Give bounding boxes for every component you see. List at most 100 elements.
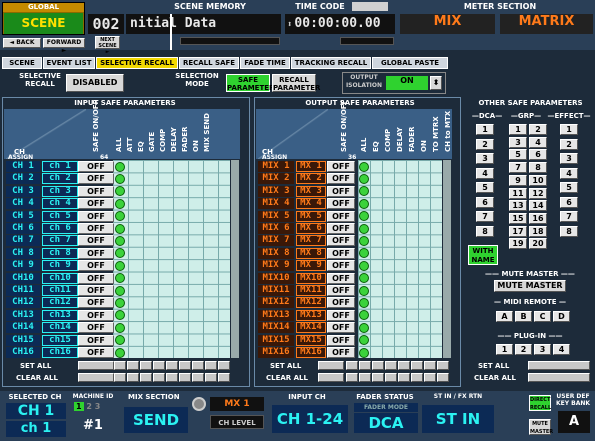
input-col-set-button[interactable]: [127, 361, 139, 370]
output-safe-off-button[interactable]: OFF: [327, 173, 355, 185]
output-row-ch[interactable]: MIX 7: [258, 235, 294, 247]
input-safe-off-button[interactable]: OFF: [78, 223, 114, 234]
input-row-ch[interactable]: CH 1: [6, 161, 40, 172]
recall-parameter-button[interactable]: RECALL PARAMETER: [272, 74, 320, 92]
output-row-ch[interactable]: MIX14: [258, 322, 294, 334]
dca-button-7[interactable]: 7: [476, 211, 494, 222]
input-safe-off-button[interactable]: OFF: [78, 297, 114, 309]
mix-knob-icon[interactable]: [192, 397, 206, 411]
tab-tracking-recall[interactable]: TRACKING RECALL: [291, 57, 371, 69]
output-row-name[interactable]: MX16: [296, 347, 326, 358]
fader-dca-value[interactable]: DCA: [354, 413, 418, 433]
input-safe-off-button[interactable]: OFF: [78, 260, 114, 272]
grp-button-16[interactable]: 16: [529, 212, 547, 224]
st-in-value[interactable]: ST IN: [422, 405, 494, 433]
output-col-clear-button[interactable]: [346, 373, 358, 382]
grp-button-18[interactable]: 18: [529, 225, 547, 237]
input-all-indicator[interactable]: [115, 198, 125, 209]
output-all-indicator[interactable]: [359, 235, 369, 246]
output-row-name[interactable]: MX11: [296, 285, 326, 296]
dca-button-5[interactable]: 5: [476, 182, 494, 193]
output-safe-off-button[interactable]: OFF: [327, 161, 355, 172]
input-row-ch[interactable]: CH 7: [6, 235, 40, 247]
input-row-name[interactable]: ch 7: [42, 235, 78, 247]
input-col-clear-button[interactable]: [114, 373, 126, 382]
input-row-ch[interactable]: CH14: [6, 322, 40, 334]
input-row-ch[interactable]: CH 8: [6, 247, 40, 259]
output-col-set-button[interactable]: [437, 361, 449, 370]
effect-button-1[interactable]: 1: [560, 124, 578, 135]
output-isolation-dropdown[interactable]: ⬍: [430, 76, 442, 90]
output-col-clear-button[interactable]: [398, 373, 410, 382]
input-all-indicator[interactable]: [115, 285, 125, 296]
output-row-name[interactable]: MX13: [296, 309, 326, 321]
effect-button-8[interactable]: 8: [560, 225, 578, 237]
input-col-set-button[interactable]: [166, 361, 178, 370]
output-all-indicator[interactable]: [359, 297, 369, 308]
with-name-button[interactable]: WITH NAME: [468, 245, 498, 265]
input-row-ch[interactable]: CH 2: [6, 173, 40, 185]
output-col-clear-button[interactable]: [411, 373, 423, 382]
grp-button-9[interactable]: 9: [509, 174, 527, 186]
output-row-name[interactable]: MX 7: [296, 235, 326, 247]
output-safe-off-button[interactable]: OFF: [327, 235, 355, 247]
effect-button-5[interactable]: 5: [560, 182, 578, 193]
output-row-name[interactable]: MX10: [296, 272, 326, 284]
output-col-clear-button[interactable]: [372, 373, 384, 382]
output-safe-off-button[interactable]: OFF: [327, 272, 355, 284]
selected-ch-value[interactable]: CH 1: [6, 403, 66, 419]
plugin-button-2[interactable]: 2: [515, 344, 532, 355]
input-row-ch[interactable]: CH15: [6, 334, 40, 346]
output-safe-off-button[interactable]: OFF: [327, 347, 355, 358]
output-all-indicator[interactable]: [359, 260, 369, 271]
input-safe-off-button[interactable]: OFF: [78, 210, 114, 222]
grp-button-6[interactable]: 6: [529, 149, 547, 161]
input-row-ch[interactable]: CH16: [6, 347, 40, 358]
output-safe-off-button[interactable]: OFF: [327, 334, 355, 346]
other-clear-all-button[interactable]: [528, 373, 590, 382]
input-ch-value[interactable]: CH 1-24: [272, 405, 348, 433]
user-bank-value[interactable]: A: [558, 411, 590, 433]
next-scene-button[interactable]: NEXT SCENE ►: [95, 36, 120, 55]
output-row-name[interactable]: MX14: [296, 322, 326, 334]
input-row-name[interactable]: ch13: [42, 309, 78, 321]
machine-id-1[interactable]: 1: [74, 402, 84, 411]
scene-name[interactable]: nitial Data: [126, 14, 281, 34]
plugin-button-3[interactable]: 3: [534, 344, 551, 355]
output-row-ch[interactable]: MIX 1: [258, 161, 294, 172]
input-safe-off-button[interactable]: OFF: [78, 198, 114, 210]
mute-master-button[interactable]: MUTE MASTER: [494, 280, 566, 292]
dca-button-3[interactable]: 3: [476, 153, 494, 164]
input-col-clear-button[interactable]: [218, 373, 230, 382]
input-clear-all-button[interactable]: [78, 373, 114, 382]
output-row-ch[interactable]: MIX 2: [258, 173, 294, 185]
input-row-name[interactable]: ch12: [42, 297, 78, 309]
output-all-indicator[interactable]: [359, 198, 369, 209]
effect-button-6[interactable]: 6: [560, 196, 578, 208]
output-col-clear-button[interactable]: [385, 373, 397, 382]
output-row-ch[interactable]: MIX15: [258, 334, 294, 346]
input-col-set-button[interactable]: [192, 361, 204, 370]
effect-button-7[interactable]: 7: [560, 211, 578, 222]
input-row-ch[interactable]: CH12: [6, 297, 40, 309]
tab-scene[interactable]: SCENE: [2, 57, 42, 69]
input-all-indicator[interactable]: [115, 347, 125, 358]
input-safe-off-button[interactable]: OFF: [78, 173, 114, 185]
input-all-indicator[interactable]: [115, 322, 125, 333]
input-row-ch[interactable]: CH13: [6, 309, 40, 321]
input-row-name[interactable]: ch 3: [42, 185, 78, 197]
output-safe-off-button[interactable]: OFF: [327, 297, 355, 309]
mix-select[interactable]: MX 1: [210, 397, 264, 411]
input-row-name[interactable]: ch10: [42, 272, 78, 284]
input-row-ch[interactable]: CH 3: [6, 185, 40, 197]
input-row-name[interactable]: ch 9: [42, 260, 78, 272]
output-row-ch[interactable]: MIX 8: [258, 247, 294, 259]
input-row-ch[interactable]: CH 4: [6, 198, 40, 210]
midi-button-c[interactable]: C: [534, 311, 551, 322]
input-col-clear-button[interactable]: [179, 373, 191, 382]
input-col-set-button[interactable]: [205, 361, 217, 370]
input-col-clear-button[interactable]: [205, 373, 217, 382]
input-col-set-button[interactable]: [179, 361, 191, 370]
grp-button-17[interactable]: 17: [509, 225, 527, 237]
input-safe-off-button[interactable]: OFF: [78, 309, 114, 321]
